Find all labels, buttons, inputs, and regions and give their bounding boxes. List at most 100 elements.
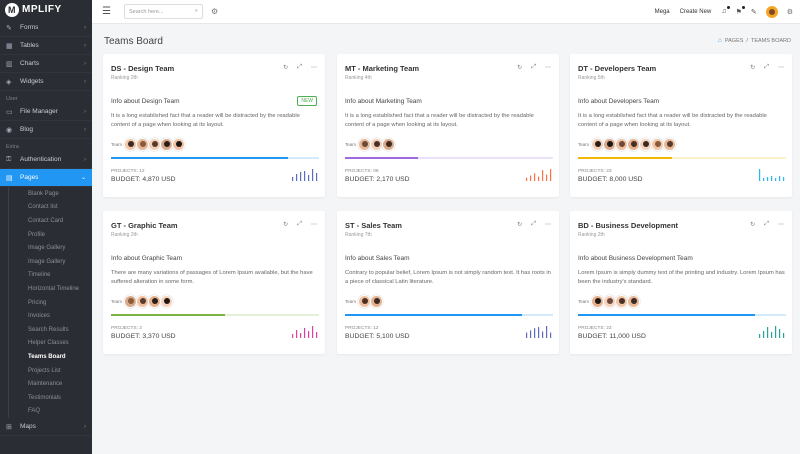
chevron-down-icon: ⌄ bbox=[80, 175, 86, 181]
more-icon[interactable]: ⋯ bbox=[311, 64, 317, 71]
sidebar-subitem-invoices[interactable]: Invoices bbox=[8, 309, 92, 323]
avatar[interactable] bbox=[172, 138, 186, 151]
lock-icon: ⚿ bbox=[6, 155, 12, 163]
create-new-link[interactable]: Create New bbox=[680, 9, 712, 15]
expand-icon[interactable]: ⤢ bbox=[297, 221, 302, 228]
sidebar-subitem-image-gallery[interactable]: Image Gallery bbox=[8, 241, 92, 255]
refresh-icon[interactable]: ↻ bbox=[283, 221, 288, 228]
spark-bar bbox=[767, 177, 769, 181]
spark-bar bbox=[292, 177, 294, 181]
flag-icon[interactable]: ⚑ bbox=[736, 5, 745, 16]
home-icon[interactable]: ⌂ bbox=[718, 37, 722, 44]
puzzle-icon[interactable]: ✎ bbox=[751, 8, 757, 16]
sidebar-subitem-image-gallery[interactable]: Image Gallery bbox=[8, 254, 92, 269]
projects-count: PROJECTS: 23 bbox=[578, 326, 612, 331]
sidebar-subitem-horizontal-timeline[interactable]: Horizontal Timeline bbox=[8, 282, 92, 296]
refresh-icon[interactable]: ↻ bbox=[283, 64, 288, 71]
projects-count: PROJECTS: 2 bbox=[111, 326, 142, 331]
menu-icon[interactable]: ☰ bbox=[102, 6, 114, 17]
settings-icon[interactable]: ⚙ bbox=[211, 7, 218, 16]
map-icon: ⊞ bbox=[6, 423, 12, 431]
card-tools: ↻ ⤢ ⋯ bbox=[517, 221, 551, 228]
more-icon[interactable]: ⋯ bbox=[311, 221, 317, 228]
card-description: Contrary to popular belief, Lorem Ipsum … bbox=[345, 270, 551, 285]
sidebar-item-maps[interactable]: ⊞ Maps › bbox=[0, 418, 92, 437]
sidebar-item-blog[interactable]: ◉ Blog › bbox=[0, 121, 92, 139]
refresh-icon[interactable]: ↻ bbox=[517, 64, 522, 71]
sidebar-subitem-profile[interactable]: Profile bbox=[8, 227, 92, 242]
bell-icon[interactable]: ♫ bbox=[721, 6, 730, 15]
sidebar-subitem-faq[interactable]: FAQ bbox=[8, 404, 92, 419]
sidebar-subitem-contact-card[interactable]: Contact Card bbox=[8, 214, 92, 228]
mega-menu-link[interactable]: Mega bbox=[655, 9, 670, 15]
sidebar-subitem-timeline[interactable]: Timeline bbox=[8, 268, 92, 283]
projects-count: PROJECTS: 23 bbox=[578, 169, 612, 174]
breadcrumb-pages[interactable]: PAGES bbox=[725, 38, 744, 44]
team-card: DS - Design Team Ranking 2th ↻ ⤢ ⋯ Info about… bbox=[103, 54, 325, 197]
progress-fill bbox=[111, 314, 226, 316]
budget-value: BUDGET: 8,000 USD bbox=[578, 176, 643, 183]
refresh-icon[interactable]: ↻ bbox=[517, 221, 522, 228]
refresh-icon[interactable]: ↻ bbox=[750, 64, 755, 71]
sparkline-chart bbox=[526, 326, 552, 338]
card-description: It is a long established fact that a rea… bbox=[111, 113, 300, 128]
user-avatar[interactable] bbox=[765, 5, 778, 18]
card-title: DT - Developers Team bbox=[578, 64, 657, 73]
more-icon[interactable]: ⋯ bbox=[545, 221, 551, 228]
sidebar-subitem-testimonials[interactable]: Testimonials bbox=[8, 390, 92, 405]
sidebar-subitem-search-results[interactable]: Search Results bbox=[8, 322, 92, 337]
spark-bar bbox=[296, 174, 298, 181]
spark-bar bbox=[538, 327, 540, 338]
sidebar-item-tables[interactable]: ▦ Tables › bbox=[0, 37, 92, 55]
more-icon[interactable]: ⋯ bbox=[778, 64, 784, 71]
sidebar-item-file-manager[interactable]: ▭ File Manager › bbox=[0, 103, 92, 121]
card-title: BD - Business Development bbox=[578, 221, 679, 230]
team-label: Team bbox=[111, 299, 123, 304]
sidebar-item-forms[interactable]: ✎ Forms › bbox=[0, 19, 92, 37]
avatar[interactable] bbox=[370, 295, 384, 308]
sidebar-subitem-maintenance[interactable]: Maintenance bbox=[8, 377, 92, 391]
expand-icon[interactable]: ⤢ bbox=[297, 64, 302, 71]
spark-bar bbox=[550, 332, 552, 338]
sidebar-item-label: Blog bbox=[20, 126, 34, 133]
brand-logo[interactable]: M MPLIFY bbox=[0, 0, 92, 19]
avatar[interactable] bbox=[627, 295, 641, 308]
sidebar-subitem-projects-list[interactable]: Projects List bbox=[8, 363, 92, 378]
sidebar-item-label: Maps bbox=[20, 423, 36, 431]
sidebar-subitem-pricing[interactable]: Pricing bbox=[8, 295, 92, 310]
team-card: ST - Sales Team Ranking 7th ↻ ⤢ ⋯ Info about … bbox=[337, 211, 559, 354]
expand-icon[interactable]: ⤢ bbox=[531, 64, 536, 71]
expand-icon[interactable]: ⤢ bbox=[764, 64, 769, 71]
more-icon[interactable]: ⋯ bbox=[778, 221, 784, 228]
notification-dot bbox=[741, 5, 745, 9]
card-description: It is a long established fact that a rea… bbox=[578, 113, 767, 128]
sidebar-item-widgets[interactable]: ◈ Widgets › bbox=[0, 73, 92, 91]
avatar[interactable] bbox=[382, 138, 396, 151]
sidebar-item-label: Tables bbox=[20, 42, 39, 49]
sidebar-subitem-contact-list[interactable]: Contact list bbox=[8, 200, 92, 215]
search-input[interactable]: Search here... ⌕ bbox=[124, 4, 203, 19]
spark-bar bbox=[763, 331, 765, 338]
sidebar-subitem-teams-board[interactable]: Teams Board bbox=[8, 350, 92, 364]
sidebar-item-charts[interactable]: ▥ Charts › bbox=[0, 55, 92, 73]
spark-bar bbox=[292, 334, 294, 338]
sidebar-subitem-blank-page[interactable]: Blank Page bbox=[8, 187, 92, 201]
section-extra: Extra bbox=[6, 144, 19, 150]
avatar[interactable] bbox=[663, 138, 677, 151]
logo-icon: M bbox=[5, 2, 19, 17]
form-icon: ✎ bbox=[6, 24, 12, 32]
topbar: ☰ Search here... ⌕ ⚙ Mega Create New ♫ ⚑… bbox=[92, 0, 800, 24]
progress-fill bbox=[345, 314, 522, 316]
avatar[interactable] bbox=[160, 295, 174, 308]
sidebar-subitem-helper-classes[interactable]: Helper Classes bbox=[8, 336, 92, 351]
expand-icon[interactable]: ⤢ bbox=[764, 221, 769, 228]
gear-icon[interactable]: ⚙ bbox=[787, 8, 793, 16]
card-ranking: Ranking 2th bbox=[111, 232, 138, 238]
sidebar-item-pages[interactable]: ▤ Pages ⌄ bbox=[0, 169, 92, 187]
spark-bar bbox=[308, 175, 310, 181]
more-icon[interactable]: ⋯ bbox=[545, 64, 551, 71]
expand-icon[interactable]: ⤢ bbox=[531, 221, 536, 228]
progress-bar bbox=[111, 157, 319, 159]
refresh-icon[interactable]: ↻ bbox=[750, 221, 755, 228]
sidebar-item-authentication[interactable]: ⚿ Authentication › bbox=[0, 151, 92, 169]
